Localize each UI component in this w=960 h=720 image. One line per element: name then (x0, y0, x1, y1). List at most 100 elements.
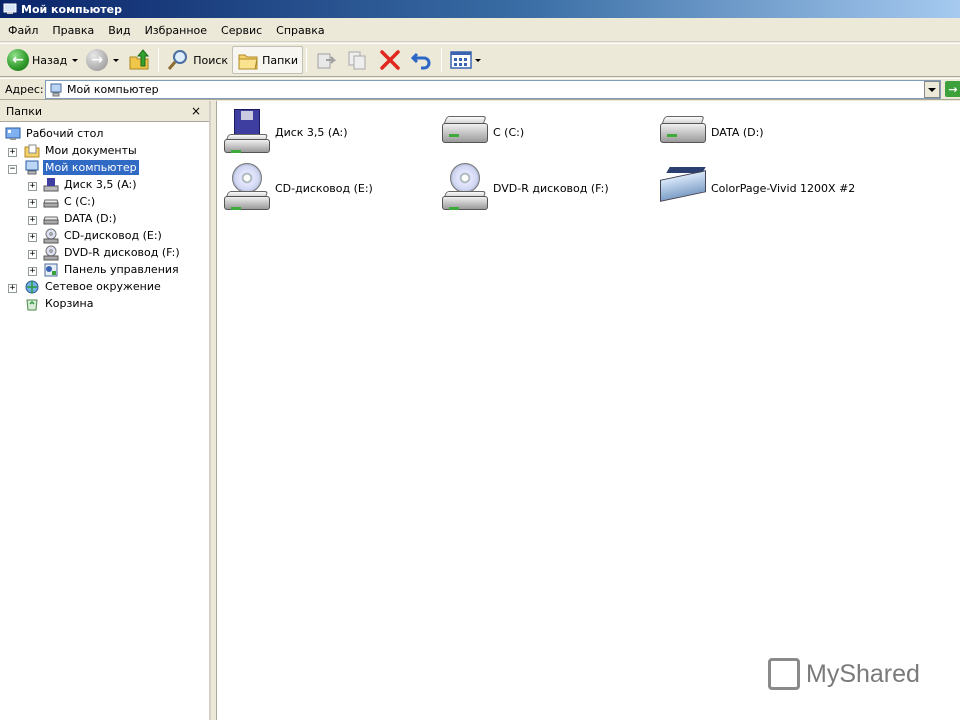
toolbar-separator (441, 48, 443, 72)
drive-item-label: DATA (D:) (711, 125, 764, 139)
expand-plus-icon[interactable]: + (28, 250, 37, 259)
tree-item-label: Мои документы (45, 144, 137, 157)
views-icon (450, 51, 472, 69)
toolbar: ← Назад → Поиск Папки (0, 43, 960, 77)
back-dropdown-icon[interactable] (72, 58, 79, 62)
folders-pane-title: Папки (6, 104, 42, 118)
window-title: Мой компьютер (21, 2, 123, 16)
forward-button[interactable]: → (82, 46, 123, 74)
undo-button[interactable] (406, 46, 438, 74)
copy-to-icon (348, 51, 366, 70)
expand-plus-icon[interactable]: + (8, 148, 17, 157)
search-button[interactable]: Поиск (162, 46, 232, 74)
expand-plus-icon[interactable]: + (8, 284, 17, 293)
expand-plus-icon[interactable]: + (28, 233, 37, 242)
my-computer-icon (24, 160, 40, 176)
tree-item-drive-f[interactable]: DVD-R дисковод (F:) (43, 244, 182, 261)
address-bar: Адрес: Мой компьютер → (0, 78, 960, 100)
dvd-drive-icon (43, 245, 59, 261)
cd-drive-icon (43, 228, 59, 244)
collapse-minus-icon[interactable]: − (8, 165, 17, 174)
folder-icon (238, 54, 258, 70)
device-item-scanner[interactable]: ColorPage-Vivid 1200X #2 (658, 163, 855, 213)
tree-item-network-places[interactable]: Сетевое окружение (24, 278, 163, 295)
search-icon (168, 50, 188, 70)
tree-item-label: Рабочий стол (26, 127, 104, 140)
floppy-drive-icon (43, 177, 59, 193)
menu-file[interactable]: Файл (0, 20, 45, 42)
address-value: Мой компьютер (67, 83, 159, 96)
forward-arrow-icon: → (86, 49, 109, 71)
tree-item-desktop[interactable]: Рабочий стол (5, 125, 105, 142)
my-documents-icon (24, 143, 40, 159)
tree-item-label: Панель управления (64, 263, 179, 276)
tree-item-label: CD-дисковод (E:) (64, 229, 162, 242)
drive-item-cd[interactable]: CD-дисковод (E:) (222, 163, 373, 213)
move-to-button[interactable] (310, 46, 342, 74)
folders-button[interactable]: Папки (232, 46, 304, 74)
dvd-drive-icon (440, 163, 490, 213)
tree-item-drive-d[interactable]: DATA (D:) (43, 210, 119, 227)
menu-favorites[interactable]: Избранное (138, 20, 214, 42)
move-to-icon (317, 53, 337, 69)
tree-item-label: C (C:) (64, 195, 96, 208)
menu-tools[interactable]: Сервис (214, 20, 269, 42)
tree-item-label: Диск 3,5 (A:) (64, 178, 137, 191)
drive-item-d[interactable]: DATA (D:) (658, 107, 764, 157)
close-icon[interactable]: × (191, 104, 201, 118)
expand-plus-icon[interactable]: + (28, 216, 37, 225)
undo-icon (410, 52, 431, 70)
back-button-label: Назад (32, 53, 68, 67)
content-pane: Диск 3,5 (A:) C (C:) DATA (D:) CD-дисков… (216, 101, 960, 720)
tree-item-label: Мой компьютер (43, 160, 139, 175)
menu-view[interactable]: Вид (101, 20, 137, 42)
hard-drive-icon (440, 107, 490, 157)
cd-drive-icon (222, 163, 272, 213)
menu-bar: Файл Правка Вид Избранное Сервис Справка (0, 20, 960, 42)
drive-item-dvd[interactable]: DVD-R дисковод (F:) (440, 163, 609, 213)
tree-item-my-computer[interactable]: Мой компьютер (24, 159, 139, 176)
drive-item-c[interactable]: C (C:) (440, 107, 524, 157)
folders-pane-header: Папки × (0, 101, 209, 122)
expand-plus-icon[interactable]: + (28, 199, 37, 208)
drive-item-label: C (C:) (493, 125, 525, 139)
expand-plus-icon[interactable]: + (28, 182, 37, 191)
copy-to-button[interactable] (342, 46, 374, 74)
drive-item-floppy[interactable]: Диск 3,5 (A:) (222, 107, 348, 157)
menu-help[interactable]: Справка (269, 20, 331, 42)
up-folder-button[interactable] (123, 46, 155, 74)
hard-drive-icon (43, 211, 59, 227)
drive-item-label: CD-дисковод (E:) (275, 181, 373, 195)
go-arrow-icon[interactable]: → (945, 81, 960, 97)
address-input[interactable]: Мой компьютер (45, 80, 941, 99)
up-folder-icon (129, 49, 150, 70)
watermark: MyShared (768, 658, 920, 690)
recycle-bin-icon (24, 296, 40, 312)
views-button[interactable] (445, 46, 485, 74)
my-computer-icon (50, 83, 62, 96)
tree-item-floppy[interactable]: Диск 3,5 (A:) (43, 176, 139, 193)
toolbar-separator (158, 48, 160, 72)
title-bar: Мой компьютер (0, 0, 960, 18)
folders-pane: Папки × Рабочий стол + Мои документы − М… (0, 101, 211, 720)
tree-item-my-documents[interactable]: Мои документы (24, 142, 139, 159)
scanner-icon (658, 163, 708, 213)
delete-button[interactable] (374, 46, 406, 74)
watermark-logo-icon (768, 658, 800, 690)
tree-item-drive-c[interactable]: C (C:) (43, 193, 97, 210)
expand-plus-icon[interactable]: + (28, 267, 37, 276)
tree-item-drive-e[interactable]: CD-дисковод (E:) (43, 227, 164, 244)
delete-icon (380, 50, 400, 70)
tree-item-recycle-bin[interactable]: Корзина (24, 295, 95, 312)
toolbar-separator (306, 48, 308, 72)
device-item-label: ColorPage-Vivid 1200X #2 (711, 181, 856, 195)
tree-item-label: DATA (D:) (64, 212, 117, 225)
menu-edit[interactable]: Правка (45, 20, 101, 42)
back-button[interactable]: ← Назад (3, 46, 82, 74)
forward-dropdown-icon[interactable] (113, 58, 120, 62)
tree-item-control-panel[interactable]: Панель управления (43, 261, 181, 278)
views-dropdown-icon[interactable] (475, 58, 482, 62)
address-dropdown-button[interactable] (924, 81, 940, 98)
control-panel-icon (43, 262, 59, 278)
chevron-down-icon (928, 87, 936, 92)
